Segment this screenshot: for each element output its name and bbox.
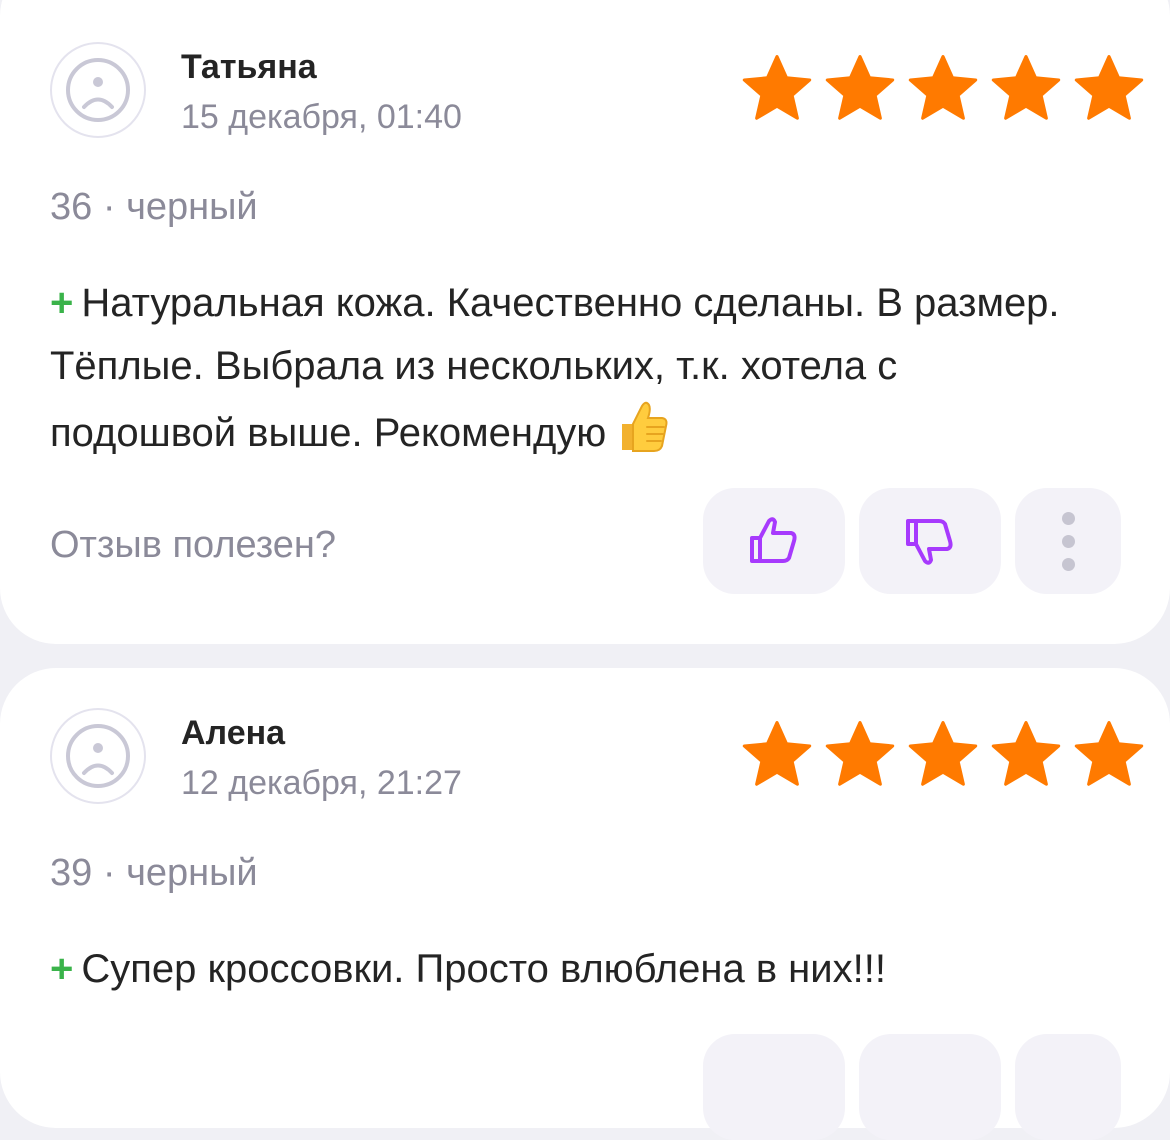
separator: · xyxy=(92,186,127,228)
thumbs-down-icon xyxy=(906,519,953,565)
more-options-button[interactable] xyxy=(1015,488,1121,594)
star-icon xyxy=(742,721,812,786)
pros-plus-sign: + xyxy=(50,281,74,325)
more-vertical-icon xyxy=(1061,511,1075,571)
star-icon xyxy=(742,55,812,120)
helpful-question: Отзыв полезен? xyxy=(50,524,337,566)
pros-plus-sign: + xyxy=(50,947,74,991)
review-date: 15 декабря, 01:40 xyxy=(181,98,462,136)
separator: · xyxy=(92,852,127,894)
size-value: 39 xyxy=(50,852,93,894)
review-text: + Натуральная кожа. Качественно сделаны. … xyxy=(50,272,1080,475)
color-value: черный xyxy=(126,186,258,228)
size-value: 36 xyxy=(50,186,93,228)
thumbs-up-icon xyxy=(750,517,797,563)
review-date: 12 декабря, 21:27 xyxy=(181,764,462,802)
review-text-content: Супер кроссовки. Просто влюблена в них!!… xyxy=(81,947,886,991)
review-text-content: Натуральная кожа. Качественно сделаны. В… xyxy=(50,281,1060,455)
star-icon xyxy=(991,55,1061,120)
review-card: Татьяна 15 декабря, 01:40 36 · черный + Н… xyxy=(0,0,1170,644)
review-author: Алена xyxy=(181,714,286,752)
more-options-button[interactable] xyxy=(1015,1034,1121,1140)
star-icon xyxy=(991,721,1061,786)
star-icon xyxy=(908,721,978,786)
color-value: черный xyxy=(126,852,258,894)
review-variant: 39 · черный xyxy=(50,852,258,895)
avatar-placeholder-icon xyxy=(50,42,146,138)
star-icon xyxy=(1074,721,1144,786)
rating-stars xyxy=(740,54,1146,122)
star-icon xyxy=(908,55,978,120)
thumbs-up-emoji xyxy=(616,398,672,475)
dislike-button[interactable] xyxy=(859,488,1001,594)
review-variant: 36 · черный xyxy=(50,186,258,229)
review-author: Татьяна xyxy=(181,48,317,86)
like-button[interactable] xyxy=(703,1034,845,1140)
avatar-placeholder-icon xyxy=(50,708,146,804)
rating-stars xyxy=(740,720,1146,788)
dislike-button[interactable] xyxy=(859,1034,1001,1140)
like-button[interactable] xyxy=(703,488,845,594)
star-icon xyxy=(1074,55,1144,120)
star-icon xyxy=(825,721,895,786)
review-card: Алена 12 декабря, 21:27 39 · черный + Суп… xyxy=(0,668,1170,1140)
review-text: + Супер кроссовки. Просто влюблена в них!… xyxy=(50,938,1080,1001)
star-icon xyxy=(825,55,895,120)
